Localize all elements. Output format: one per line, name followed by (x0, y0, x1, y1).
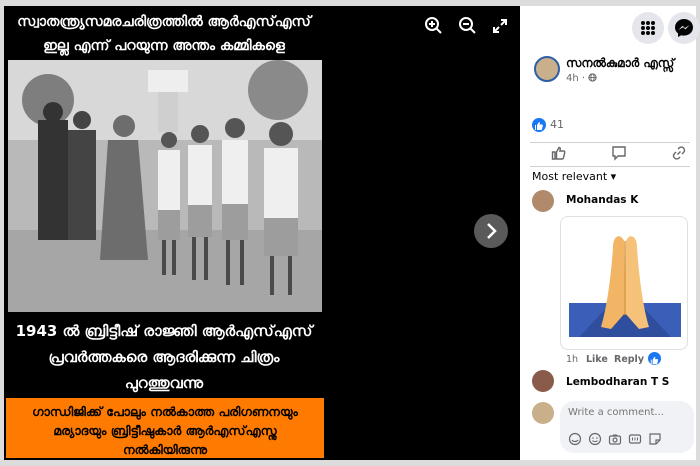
gif-button[interactable] (628, 431, 642, 445)
share-button[interactable] (670, 144, 688, 162)
zoom-in-button[interactable] (422, 14, 446, 38)
comment-icon (612, 146, 626, 161)
comment-like-reaction-icon (648, 352, 661, 365)
poster-middle-caption: 1943 ൽ ബ്രിട്ടീഷ് രാജ്ഞി ആർഎസ്എസ് പ്രവർത… (4, 314, 324, 396)
chevron-right-icon (487, 223, 497, 239)
comment-input[interactable] (568, 407, 688, 418)
gif-icon (628, 434, 642, 444)
thumbs-up-icon (650, 356, 659, 365)
emoji-icon (588, 432, 602, 446)
camera-button[interactable] (608, 431, 622, 445)
current-user-avatar[interactable] (532, 402, 554, 424)
commenter-avatar[interactable] (532, 190, 554, 212)
historical-photo (8, 60, 322, 312)
share-icon (672, 146, 686, 160)
author-name[interactable]: സനൽകുമാർ എസ്സ് (566, 56, 674, 71)
commenter-name[interactable]: Mohandas K (566, 194, 638, 206)
apps-grid-icon (641, 21, 655, 35)
poster-bottom-line-3: നൽകിയിരുന്നു (123, 442, 207, 457)
poster-bottom-line-2: മര്യാദയും ബ്രിട്ടീഷുകാർ ആർഎസ്എസ്നു (53, 423, 277, 438)
post-timestamp[interactable]: 4h · (566, 73, 597, 84)
poster-mid-line-3: പുറത്തുവന്നു (124, 374, 204, 392)
comment-sticker (560, 216, 688, 350)
like-button[interactable] (550, 144, 568, 162)
like-count[interactable]: 41 (550, 118, 564, 131)
comment-composer[interactable] (560, 401, 694, 453)
poster-top-caption: സ്വാതന്ത്ര്യസമരചരിത്രത്തിൽ ആർഎസ്എസ് ഇല്ല… (4, 8, 324, 60)
poster-top-line-1: സ്വാതന്ത്ര്യസമരചരിത്രത്തിൽ ആർഎസ്എസ് (17, 14, 311, 30)
post-time-label: 4h · (566, 73, 586, 84)
zoom-in-icon (425, 17, 442, 34)
poster-image: സ്വാതന്ത്ര്യസമരചരിത്രത്തിൽ ആർഎസ്എസ് ഇല്ല… (4, 6, 324, 460)
messenger-button[interactable] (668, 12, 700, 44)
globe-icon (588, 73, 597, 82)
avatar-icon (568, 432, 582, 446)
author-avatar[interactable] (534, 56, 560, 82)
next-photo-button[interactable] (474, 214, 508, 248)
commenter-avatar[interactable] (532, 370, 554, 392)
sticker-icon (649, 433, 661, 445)
post-side-panel: സനൽകുമാർ എസ്സ് 4h · 41 Most relevant ▾ M… (520, 6, 700, 460)
zoom-out-button[interactable] (456, 14, 480, 38)
screenshot-frame: സ്വാതന്ത്ര്യസമരചരിത്രത്തിൽ ആർഎസ്എസ് ഇല്ല… (0, 0, 700, 466)
thumbs-up-icon (535, 122, 543, 130)
comment-button[interactable] (610, 144, 628, 162)
zoom-out-icon (459, 17, 476, 34)
like-reaction-icon[interactable] (532, 118, 546, 132)
commenter-name[interactable]: Lembodharan T S (566, 376, 669, 388)
folded-hands-sticker (569, 236, 681, 337)
poster-top-line-2: ഇല്ല എന്ന് പറയുന്ന അന്തം കമ്മികളെ (43, 38, 285, 54)
comment-sort-dropdown[interactable]: Most relevant ▾ (532, 170, 616, 183)
fullscreen-button[interactable] (488, 14, 512, 38)
poster-mid-line-2: പ്രവർത്തകരെ ആദരിക്കുന്ന ചിത്രം (48, 348, 280, 366)
poster-mid-line-1: 1943 ൽ ബ്രിട്ടീഷ് രാജ്ഞി ആർഎസ്എസ് (15, 322, 313, 340)
fullscreen-icon (493, 19, 507, 33)
divider (530, 166, 690, 167)
comment-age[interactable]: 1h (566, 354, 578, 365)
poster-bottom-line-1: ഗാന്ധിജിക്ക് പോലും നൽകാത്ത പരിഗണനയും (32, 404, 298, 419)
menu-button[interactable] (632, 12, 664, 44)
emoji-button[interactable] (588, 431, 602, 446)
like-icon (551, 146, 566, 160)
sticker-button[interactable] (648, 431, 662, 445)
messenger-icon (675, 19, 693, 37)
comment-like-button[interactable]: Like (586, 354, 608, 365)
divider (530, 142, 690, 143)
camera-icon (608, 434, 622, 445)
photo-illustration (8, 60, 322, 312)
poster-orange-band: ഗാന്ധിജിക്ക് പോലും നൽകാത്ത പരിഗണനയും മര്… (6, 398, 324, 458)
comment-reply-button[interactable]: Reply (614, 354, 644, 365)
avatar-sticker-button[interactable] (568, 431, 582, 446)
